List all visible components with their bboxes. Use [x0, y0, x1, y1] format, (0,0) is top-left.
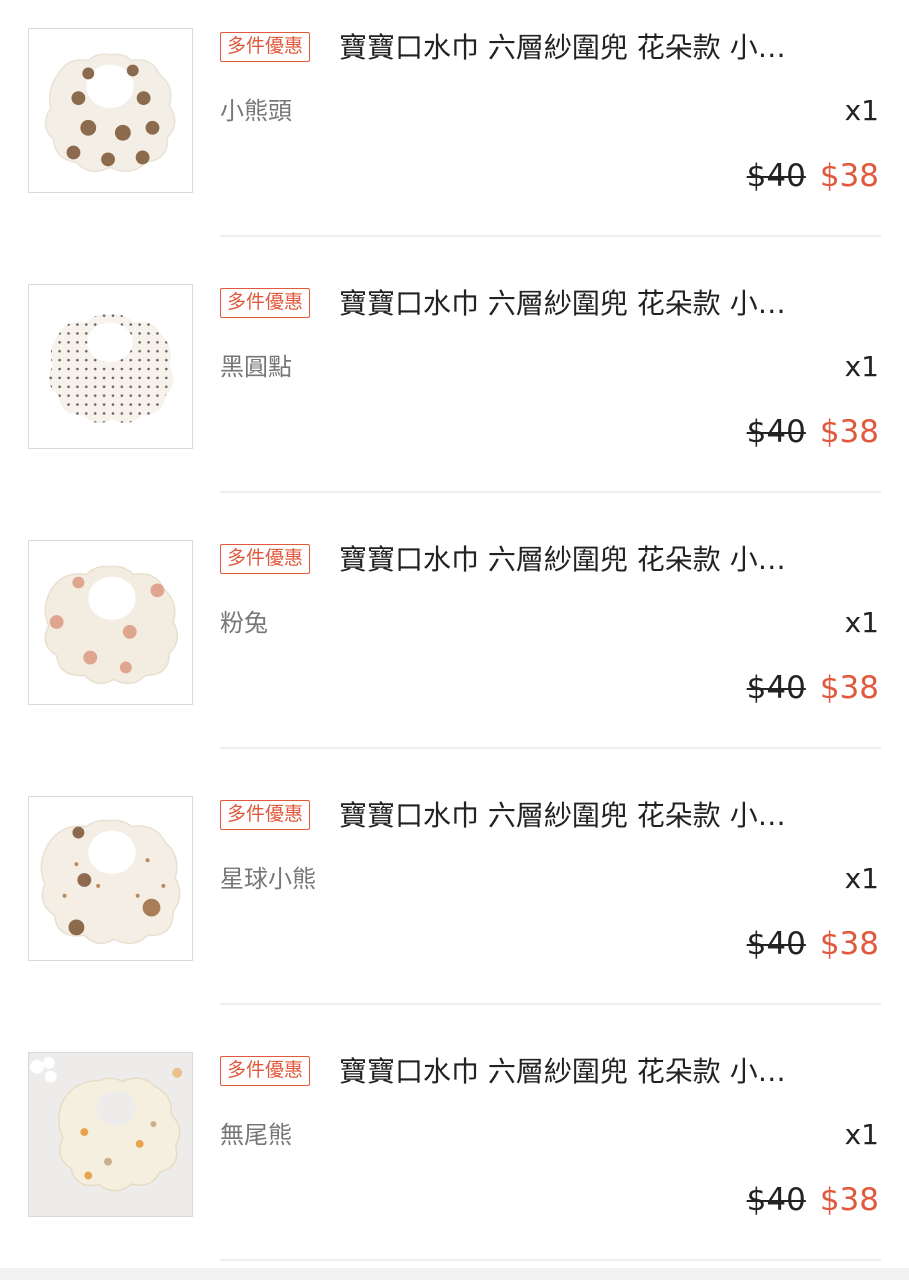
sale-price: $38	[819, 158, 879, 194]
original-price: $40	[746, 926, 806, 962]
discount-badge: 多件優惠	[220, 800, 311, 830]
quantity-label: x1	[844, 862, 879, 895]
product-title[interactable]: 寶寶口水巾 六層紗圍兜 花朵款 小…	[339, 796, 869, 836]
cart-item[interactable]: 多件優惠 寶寶口水巾 六層紗圍兜 花朵款 小… 小熊頭 x1 $40 $38	[0, 0, 909, 256]
product-variant: 無尾熊	[220, 1121, 292, 1149]
sale-price: $38	[819, 926, 879, 962]
discount-badge: 多件優惠	[220, 1056, 311, 1086]
original-price: $40	[746, 1182, 806, 1218]
product-title[interactable]: 寶寶口水巾 六層紗圍兜 花朵款 小…	[339, 1052, 869, 1092]
discount-badge: 多件優惠	[220, 288, 311, 318]
product-title[interactable]: 寶寶口水巾 六層紗圍兜 花朵款 小…	[339, 284, 869, 324]
bib-planet-bear-icon	[29, 797, 192, 960]
price-group: $40 $38	[747, 411, 879, 453]
quantity-label: x1	[844, 94, 879, 127]
price-group: $40 $38	[747, 667, 879, 709]
product-variant: 小熊頭	[220, 97, 292, 125]
product-thumbnail-bear-head[interactable]	[28, 28, 193, 193]
product-thumbnail-planet-bear[interactable]	[28, 796, 193, 961]
quantity-label: x1	[844, 1118, 879, 1151]
bib-pink-rabbit-icon	[29, 541, 192, 704]
bib-koala-icon	[29, 1053, 192, 1216]
item-divider	[220, 235, 881, 237]
product-variant: 粉兔	[220, 609, 268, 637]
original-price: $40	[746, 414, 806, 450]
sale-price: $38	[819, 414, 879, 450]
product-variant: 星球小熊	[220, 865, 316, 893]
product-title[interactable]: 寶寶口水巾 六層紗圍兜 花朵款 小…	[339, 28, 869, 68]
bib-bear-head-icon	[29, 29, 192, 192]
sale-price: $38	[819, 1182, 879, 1218]
item-divider	[220, 1003, 881, 1005]
product-thumbnail-koala[interactable]	[28, 1052, 193, 1217]
price-group: $40 $38	[747, 155, 879, 197]
quantity-label: x1	[844, 606, 879, 639]
original-price: $40	[746, 670, 806, 706]
cart-item[interactable]: 多件優惠 寶寶口水巾 六層紗圍兜 花朵款 小… 無尾熊 x1 $40 $38	[0, 1024, 909, 1280]
product-thumbnail-pink-rabbit[interactable]	[28, 540, 193, 705]
cart-item[interactable]: 多件優惠 寶寶口水巾 六層紗圍兜 花朵款 小… 星球小熊 x1 $40 $38	[0, 768, 909, 1024]
original-price: $40	[746, 158, 806, 194]
product-variant: 黑圓點	[220, 353, 292, 381]
discount-badge: 多件優惠	[220, 544, 311, 574]
bottom-separator-bar	[0, 1268, 909, 1280]
cart-item[interactable]: 多件優惠 寶寶口水巾 六層紗圍兜 花朵款 小… 黑圓點 x1 $40 $38	[0, 256, 909, 512]
item-divider	[220, 1259, 881, 1261]
cart-item[interactable]: 多件優惠 寶寶口水巾 六層紗圍兜 花朵款 小… 粉兔 x1 $40 $38	[0, 512, 909, 768]
item-divider	[220, 747, 881, 749]
product-thumbnail-black-dots[interactable]	[28, 284, 193, 449]
discount-badge: 多件優惠	[220, 32, 311, 62]
quantity-label: x1	[844, 350, 879, 383]
sale-price: $38	[819, 670, 879, 706]
price-group: $40 $38	[747, 923, 879, 965]
item-divider	[220, 491, 881, 493]
bib-black-dots-icon	[29, 285, 192, 448]
product-title[interactable]: 寶寶口水巾 六層紗圍兜 花朵款 小…	[339, 540, 869, 580]
price-group: $40 $38	[747, 1179, 879, 1221]
